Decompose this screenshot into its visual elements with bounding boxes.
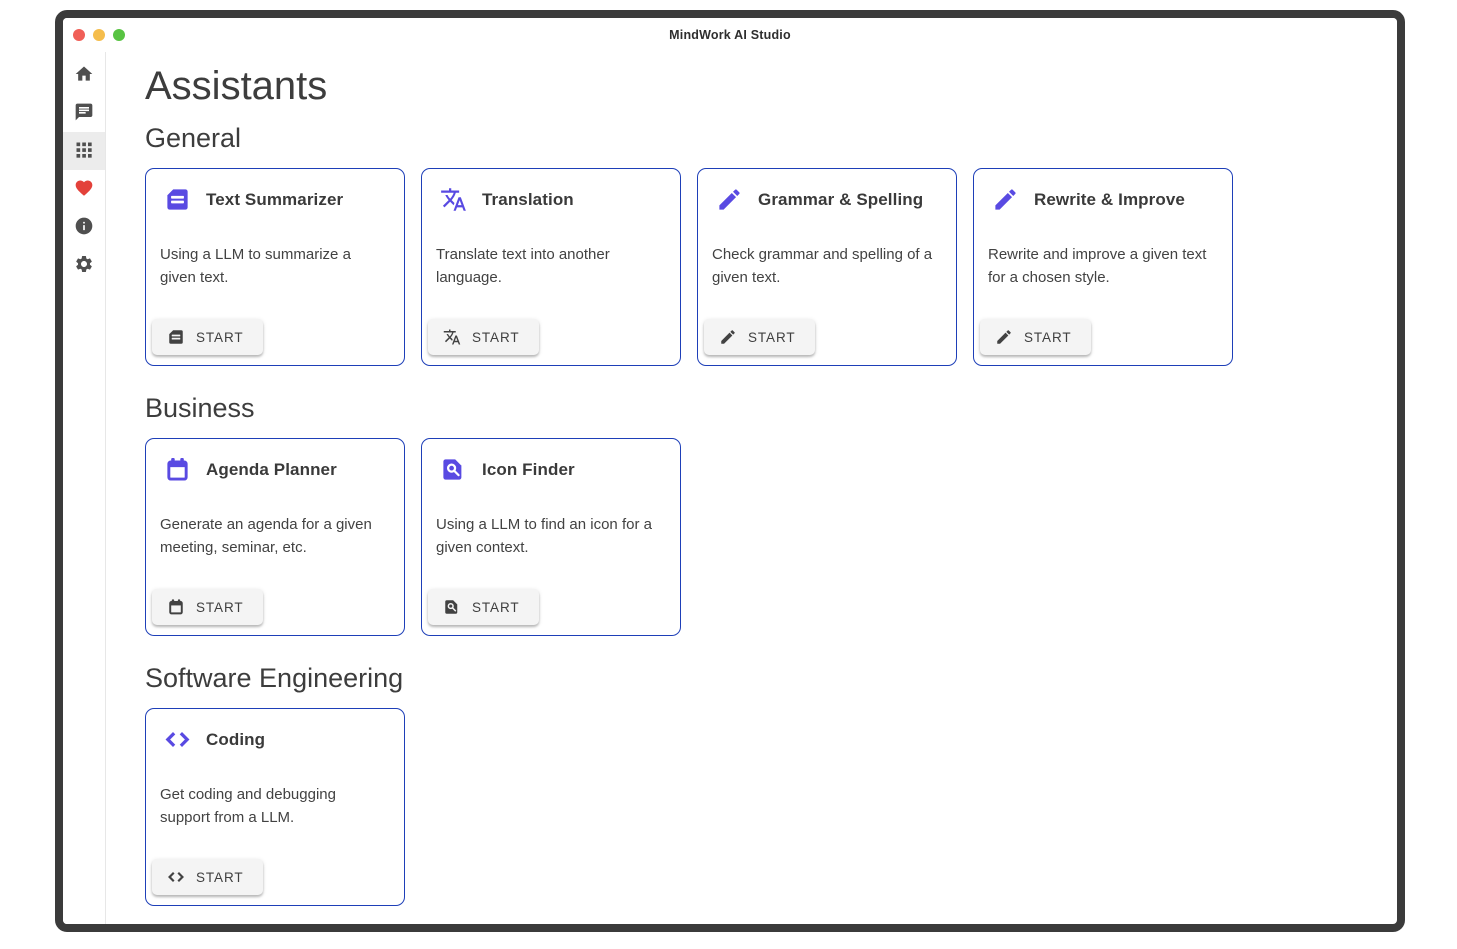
sidebar <box>63 52 106 924</box>
app-window: MindWork AI Studio Assistants General Tex… <box>55 10 1405 932</box>
sidebar-item-settings[interactable] <box>63 246 105 284</box>
start-button-label: START <box>196 600 244 615</box>
assistant-section: Software Engineering Coding Get coding and… <box>145 663 1397 906</box>
card-title: Text Summarizer <box>206 190 343 210</box>
card-description: Using a LLM to find an icon for a given … <box>436 514 666 559</box>
start-button[interactable]: START <box>428 319 539 355</box>
assistant-card: Text Summarizer Using a LLM to summarize … <box>145 168 405 366</box>
start-button-label: START <box>472 330 520 345</box>
icon-search-icon <box>443 598 461 616</box>
card-title: Coding <box>206 730 265 750</box>
calendar-icon <box>164 456 191 483</box>
translate-icon <box>443 328 461 346</box>
assistant-card: Agenda Planner Generate an agenda for a g… <box>145 438 405 636</box>
assistant-card: Coding Get coding and debugging support f… <box>145 708 405 906</box>
card-title: Icon Finder <box>482 460 575 480</box>
page-title: Assistants <box>145 64 1397 109</box>
start-button-label: START <box>196 870 244 885</box>
main-content: Assistants General Text Summarizer Using a… <box>106 52 1397 924</box>
section-heading: Business <box>145 393 1397 424</box>
card-description: Translate text into another language. <box>436 244 666 289</box>
start-button[interactable]: START <box>980 319 1091 355</box>
start-button-label: START <box>196 330 244 345</box>
apps-grid-icon <box>74 140 94 163</box>
card-title: Grammar & Spelling <box>758 190 923 210</box>
start-button-label: START <box>1024 330 1072 345</box>
assistant-card: Translation Translate text into another l… <box>421 168 681 366</box>
start-button[interactable]: START <box>152 859 263 895</box>
translate-icon <box>440 186 467 213</box>
calendar-icon <box>167 598 185 616</box>
assistant-card: Grammar & Spelling Check grammar and spel… <box>697 168 957 366</box>
chat-icon <box>74 102 94 125</box>
code-icon <box>167 868 185 886</box>
card-description: Using a LLM to summarize a given text. <box>160 244 390 289</box>
titlebar: MindWork AI Studio <box>63 18 1397 52</box>
pencil-icon <box>719 328 737 346</box>
card-title: Agenda Planner <box>206 460 337 480</box>
start-button-label: START <box>748 330 796 345</box>
start-button-label: START <box>472 600 520 615</box>
code-icon <box>164 726 191 753</box>
pencil-icon <box>992 186 1019 213</box>
info-icon <box>74 216 94 239</box>
card-title: Rewrite & Improve <box>1034 190 1185 210</box>
pencil-icon <box>995 328 1013 346</box>
assistant-card: Rewrite & Improve Rewrite and improve a g… <box>973 168 1233 366</box>
sidebar-item-heart[interactable] <box>63 170 105 208</box>
start-button[interactable]: START <box>152 589 263 625</box>
sidebar-item-home[interactable] <box>63 56 105 94</box>
summarize-document-icon <box>164 186 191 213</box>
sidebar-item-apps[interactable] <box>63 132 105 170</box>
sidebar-item-chat[interactable] <box>63 94 105 132</box>
settings-gear-icon <box>74 254 94 277</box>
card-description: Check grammar and spelling of a given te… <box>712 244 942 289</box>
heart-icon <box>74 178 94 201</box>
home-icon <box>74 64 94 87</box>
assistant-card: Icon Finder Using a LLM to find an icon f… <box>421 438 681 636</box>
card-description: Generate an agenda for a given meeting, … <box>160 514 390 559</box>
start-button[interactable]: START <box>152 319 263 355</box>
icon-search-icon <box>440 456 467 483</box>
card-title: Translation <box>482 190 574 210</box>
sidebar-item-info[interactable] <box>63 208 105 246</box>
start-button[interactable]: START <box>704 319 815 355</box>
assistant-section: General Text Summarizer Using a LLM to sum… <box>145 123 1397 366</box>
section-heading: General <box>145 123 1397 154</box>
summarize-document-icon <box>167 328 185 346</box>
card-description: Rewrite and improve a given text for a c… <box>988 244 1218 289</box>
assistant-section: Business Agenda Planner Generate an agenda… <box>145 393 1397 636</box>
window-title: MindWork AI Studio <box>63 28 1397 42</box>
section-heading: Software Engineering <box>145 663 1397 694</box>
card-description: Get coding and debugging support from a … <box>160 784 390 829</box>
pencil-icon <box>716 186 743 213</box>
start-button[interactable]: START <box>428 589 539 625</box>
